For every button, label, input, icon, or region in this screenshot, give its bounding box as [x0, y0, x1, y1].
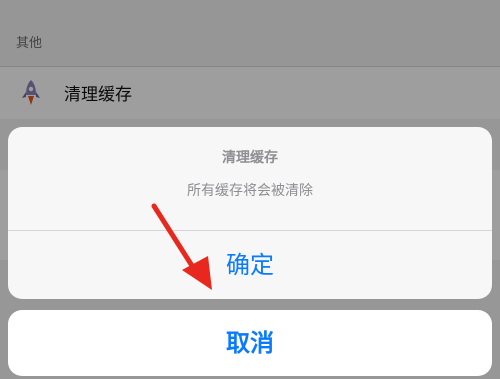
- watermark-logo-icon: [379, 338, 486, 368]
- action-sheet-title: 清理缓存: [222, 150, 278, 166]
- red-arrow-icon: [151, 203, 212, 290]
- confirm-button[interactable]: 确定: [8, 231, 492, 299]
- action-sheet-message: 所有缓存将会被清除: [187, 183, 313, 199]
- action-sheet: 清理缓存 所有缓存将会被清除 确定: [8, 127, 492, 299]
